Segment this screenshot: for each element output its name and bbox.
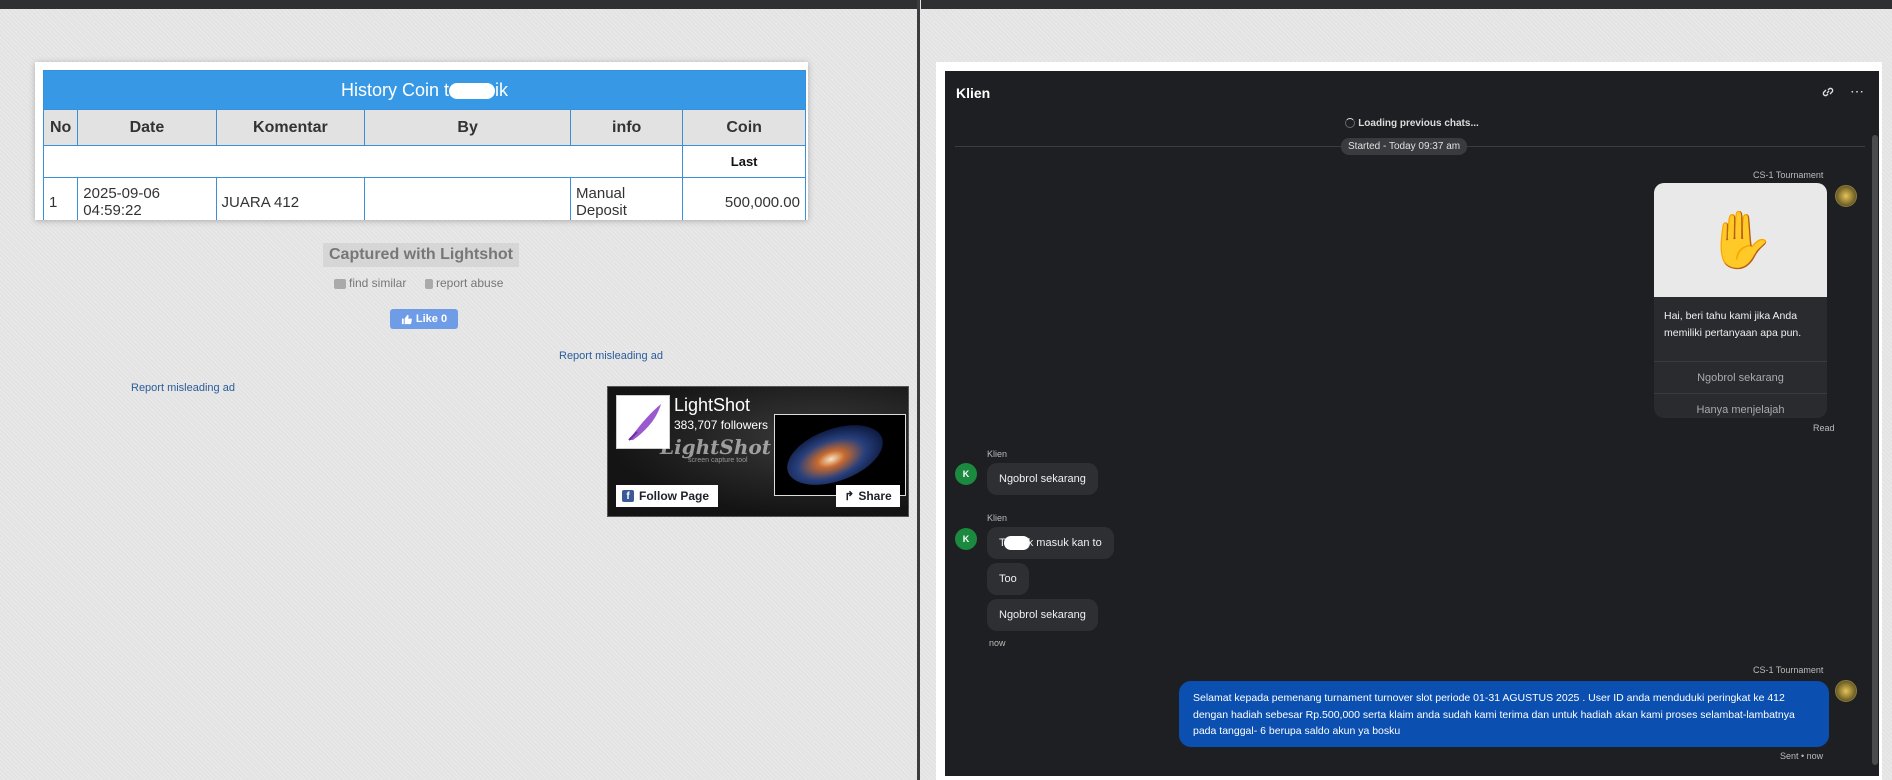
user-message-bubble: Ngobrol sekarang — [987, 463, 1098, 495]
agent-message-bubble: Selamat kepada pemenang turnament turnov… — [1179, 681, 1829, 747]
more-options-icon[interactable]: ⋯ — [1850, 83, 1865, 100]
cell-komentar: JUARA 412 — [215, 177, 366, 220]
col-by: By — [364, 109, 572, 146]
chat-title: Klien — [956, 85, 991, 101]
loading-previous-chats: Loading previous chats... — [945, 118, 1879, 129]
cell-date: 2025-09-06 04:59:22 — [77, 177, 217, 220]
spinner-icon — [1345, 118, 1356, 129]
fb-page-name[interactable]: LightShot — [674, 395, 750, 416]
welcome-card: ✋ Hai, beri tahu kami jika Anda memiliki… — [1654, 183, 1827, 418]
cell-no: 1 — [42, 177, 79, 220]
bot-avatar — [1835, 680, 1857, 702]
col-coin: Coin — [682, 109, 806, 146]
table-row: Last — [42, 145, 806, 178]
lightshot-watermark: LightShot — [660, 435, 771, 459]
window-divider[interactable] — [917, 0, 920, 780]
share-button[interactable]: ↱ Share — [836, 485, 900, 507]
sent-status: Sent • now — [1780, 751, 1824, 761]
last-label: Last — [682, 145, 806, 178]
report-misleading-ad-link[interactable]: Report misleading ad — [559, 350, 663, 362]
cover-preview-image — [774, 414, 906, 496]
user-sender-name: Klien — [987, 513, 1008, 523]
table-title: History Coin t ik — [43, 70, 806, 110]
camera-icon — [334, 278, 346, 289]
facebook-icon: f — [622, 490, 634, 502]
bot-avatar — [1835, 185, 1857, 207]
thumbs-up-icon — [401, 314, 412, 324]
lightshot-watermark-sub: screen capture tool — [688, 457, 748, 464]
just-browsing-option[interactable]: Hanya menjelajah — [1654, 393, 1827, 418]
chat-started-badge: Started - Today 09:37 am — [1341, 138, 1468, 155]
share-arrow-icon: ↱ — [844, 489, 855, 503]
fb-followers-count: 383,707 followers — [674, 418, 769, 432]
col-komentar: Komentar — [215, 109, 366, 146]
user-sender-name: Klien — [987, 449, 1008, 459]
cell-coin: 500,000.00 — [682, 177, 806, 220]
captured-with-lightshot: Captured with Lightshot — [323, 243, 519, 267]
redaction-mark — [449, 82, 496, 99]
chat-panel: Klien ⋯ Loading previous chats... Starte… — [945, 71, 1879, 776]
user-message-bubble: Tk masuk kan to — [987, 527, 1114, 559]
captured-screenshot: History Coin t ik No Date Komentar By inf… — [35, 62, 808, 220]
bot-sender-name: CS-1 Tournament — [1753, 170, 1824, 180]
top-bar-left — [0, 0, 918, 9]
col-no: No — [42, 109, 79, 146]
user-avatar: K — [955, 528, 977, 550]
read-receipt: Read — [1813, 423, 1835, 433]
top-bar-right — [921, 0, 1892, 9]
flag-icon — [425, 278, 433, 289]
scrollbar[interactable] — [1872, 135, 1878, 765]
bot-sender-name: CS-1 Tournament — [1753, 665, 1824, 675]
user-message-bubble: Too — [987, 563, 1029, 595]
chat-now-option[interactable]: Ngobrol sekarang — [1654, 361, 1827, 394]
coin-history-table: History Coin t ik No Date Komentar By inf… — [42, 70, 806, 220]
cell-by — [364, 177, 572, 220]
find-similar-link[interactable]: find similar — [334, 276, 406, 290]
col-date: Date — [77, 109, 217, 146]
chat-header: Klien ⋯ — [945, 71, 1879, 115]
col-info: info — [570, 109, 684, 146]
report-abuse-link[interactable]: report abuse — [425, 276, 503, 290]
table-row: 1 2025-09-06 04:59:22 JUARA 412 Manual Dep… — [42, 177, 806, 220]
redaction-mark — [1003, 536, 1030, 550]
facebook-like-button[interactable]: Like 0 — [390, 309, 458, 329]
report-misleading-ad-link[interactable]: Report misleading ad — [131, 382, 235, 394]
follow-page-button[interactable]: f Follow Page — [616, 485, 718, 507]
waving-hand-icon: ✋ — [1654, 183, 1827, 297]
timestamp: now — [989, 638, 1006, 648]
link-icon[interactable] — [1821, 85, 1835, 99]
user-avatar: K — [955, 463, 977, 485]
cell-info: Manual Deposit — [570, 177, 684, 220]
user-message-bubble: Ngobrol sekarang — [987, 599, 1098, 631]
facebook-page-widget: LightShot 383,707 followers LightShot sc… — [607, 386, 909, 517]
welcome-message: Hai, beri tahu kami jika Anda memiliki p… — [1664, 310, 1802, 339]
